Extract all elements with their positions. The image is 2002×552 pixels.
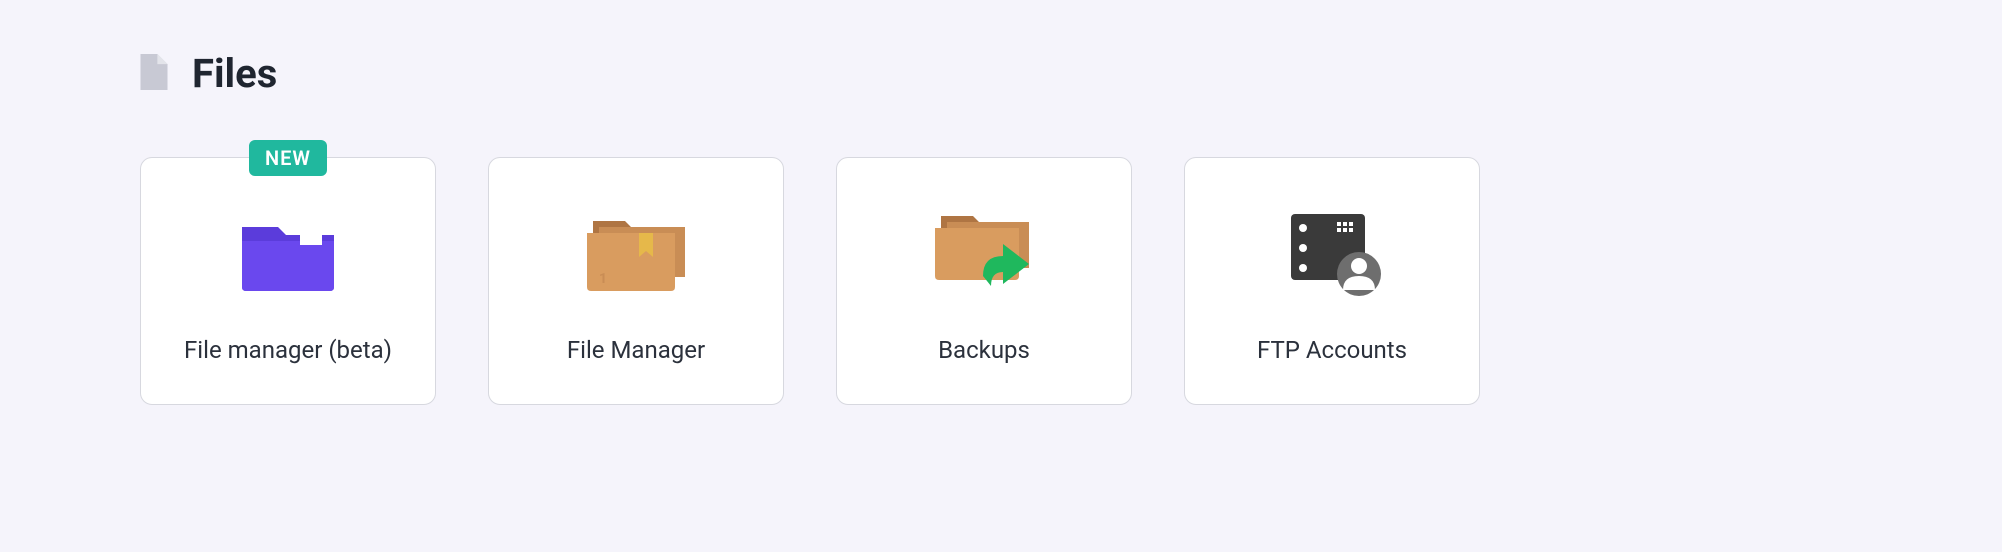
cards-row: NEW File manager (beta) 1 [140,157,1862,405]
files-section: Files NEW File manager (beta) [0,0,2002,445]
card-label: FTP Accounts [1257,336,1407,364]
card-label: Backups [938,336,1030,364]
card-file-manager[interactable]: 1 File Manager [488,157,784,405]
new-badge: NEW [249,140,327,176]
card-file-manager-beta[interactable]: NEW File manager (beta) [140,157,436,405]
svg-text:1: 1 [599,271,607,287]
section-title: Files [192,50,277,97]
folder-brown-icon: 1 [581,198,691,308]
file-icon [140,54,168,94]
section-header: Files [140,50,1862,97]
server-user-icon [1277,198,1387,308]
card-backups[interactable]: Backups [836,157,1132,405]
card-label: File manager (beta) [184,336,392,364]
folder-arrow-icon [929,198,1039,308]
card-label: File Manager [567,336,705,364]
folder-purple-icon [238,198,338,308]
card-ftp-accounts[interactable]: FTP Accounts [1184,157,1480,405]
